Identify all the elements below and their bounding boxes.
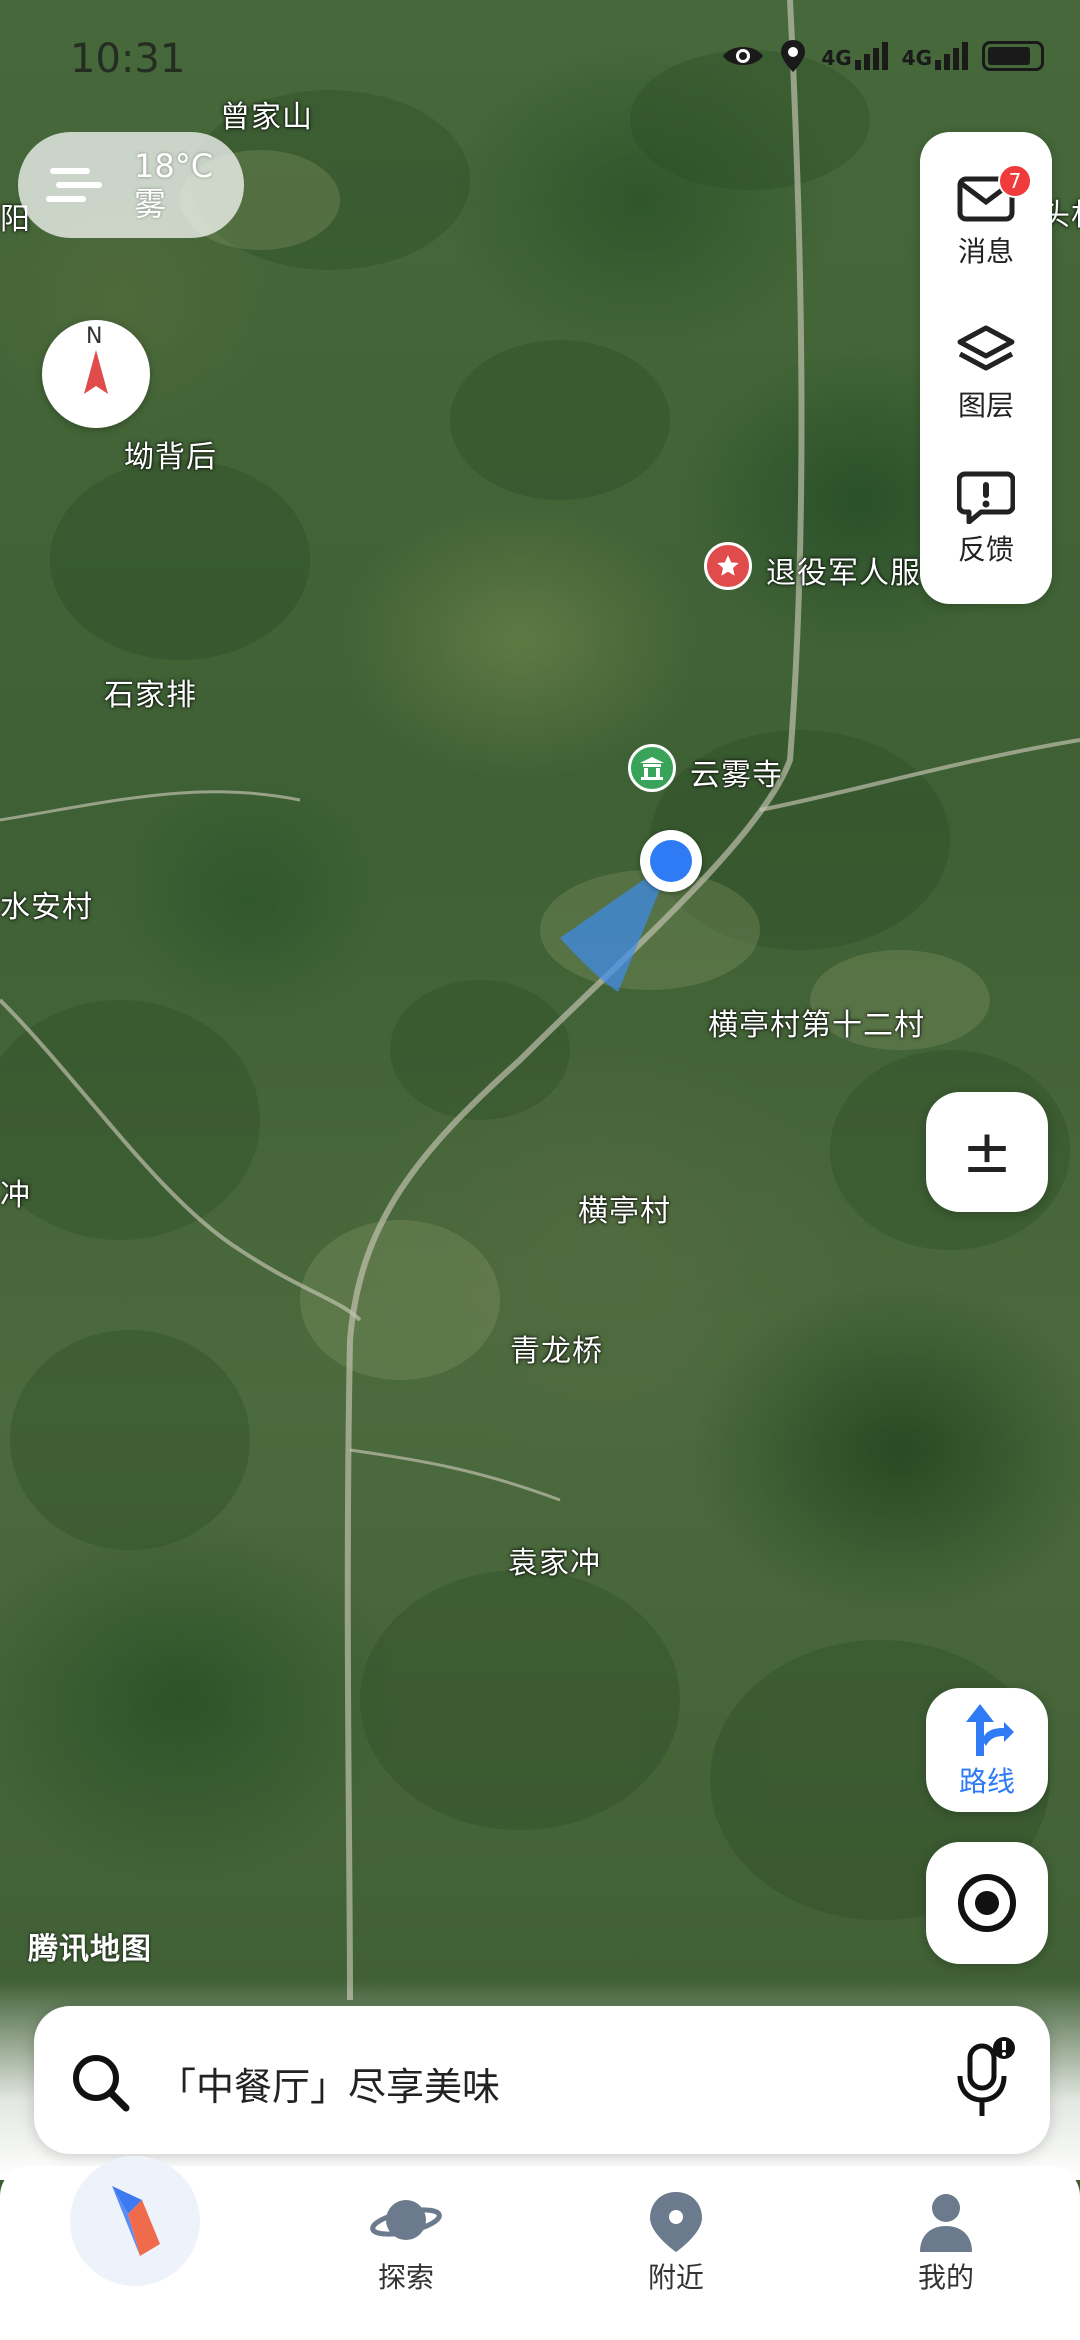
- map-label-aobeihou[interactable]: 坳背后: [124, 432, 217, 476]
- current-location-dot[interactable]: [640, 830, 702, 892]
- signal-4g-icon: 4G: [821, 42, 888, 70]
- messages-button[interactable]: 消息: [920, 176, 1052, 270]
- feedback-button[interactable]: 反馈: [920, 470, 1052, 568]
- search-input[interactable]: 「中餐厅」尽享美味: [158, 2056, 500, 2111]
- route-label: 路线: [958, 1765, 1015, 1798]
- location-heading-cone: [560, 860, 672, 992]
- map-tool-panel: 消息 7 图层 反馈: [920, 132, 1052, 604]
- messages-label: 消息: [957, 235, 1014, 268]
- weather-temperature: 18°C: [134, 147, 214, 185]
- planet-icon: [370, 2200, 442, 2240]
- signal-4g-icon-2: 4G: [902, 42, 968, 70]
- status-icons: 4G 4G: [721, 38, 1044, 74]
- nearby-pin-icon: [650, 2192, 702, 2252]
- route-arrow-icon: [966, 1704, 1014, 1756]
- weather-chip[interactable]: 18°C 雾: [18, 132, 244, 238]
- map-label-shijiapai[interactable]: 石家排: [104, 670, 197, 714]
- tab-explore[interactable]: 探索: [336, 2190, 476, 2296]
- tab-mine-label: 我的: [917, 2261, 974, 2294]
- user-icon: [920, 2194, 972, 2252]
- bottom-tab-bar: 探索 附近 我的: [0, 2156, 1080, 2340]
- map-watermark: 腾讯地图: [28, 1932, 152, 1967]
- tab-home[interactable]: [70, 2156, 200, 2286]
- poi-label-yunwusi[interactable]: 云雾寺: [690, 750, 783, 794]
- tab-nearby-label: 附近: [647, 2261, 704, 2294]
- locate-target-icon: [958, 1874, 1016, 1932]
- tab-mine[interactable]: 我的: [876, 2190, 1016, 2296]
- search-box[interactable]: 「中餐厅」尽享美味: [34, 2006, 1050, 2154]
- map-label-chong[interactable]: 冲: [0, 1170, 31, 1214]
- battery-icon: [982, 41, 1044, 71]
- zoom-label: ±: [961, 1117, 1013, 1187]
- map-label-hengtingcun-12[interactable]: 横亭村第十二村: [708, 1000, 925, 1044]
- layers-button[interactable]: 图层: [920, 324, 1052, 424]
- layers-label: 图层: [957, 389, 1014, 422]
- home-compass-icon: [112, 2186, 160, 2256]
- star-poi-icon[interactable]: [704, 542, 752, 590]
- status-time: 10:31: [70, 36, 186, 82]
- microphone-icon[interactable]: [952, 2036, 1016, 2126]
- map-label-qinglongqiao[interactable]: 青龙桥: [510, 1326, 603, 1370]
- map-app: 曾家山 坳背后 石家排 水安村 冲 阳 头林 横亭村第十二村 横亭村 青龙桥 袁…: [0, 0, 1080, 2340]
- eye-icon: [723, 47, 764, 65]
- compass-needle-icon: [84, 350, 108, 394]
- compass-button[interactable]: N: [42, 320, 150, 428]
- messages-badge: 7: [998, 164, 1032, 198]
- temple-poi-icon[interactable]: [628, 744, 676, 792]
- tab-nearby[interactable]: 附近: [606, 2190, 746, 2296]
- route-button[interactable]: 路线: [926, 1688, 1048, 1812]
- map-label-yonganchun[interactable]: 水安村: [0, 882, 93, 926]
- map-label-zengjiashan[interactable]: 曾家山: [220, 92, 313, 136]
- map-label-yuanjiachong[interactable]: 袁家冲: [508, 1538, 601, 1582]
- feedback-label: 反馈: [957, 533, 1014, 566]
- feedback-icon: [957, 471, 1015, 524]
- map-label-hengtingcun[interactable]: 横亭村: [578, 1186, 671, 1230]
- location-pin-icon: [781, 40, 806, 72]
- search-icon: [73, 2055, 130, 2112]
- weather-condition: 雾: [134, 185, 167, 223]
- zoom-button[interactable]: ±: [926, 1092, 1048, 1212]
- locate-button[interactable]: [926, 1842, 1048, 1964]
- tab-explore-label: 探索: [377, 2261, 434, 2294]
- layers-icon: [957, 325, 1015, 371]
- fog-icon: [46, 168, 102, 202]
